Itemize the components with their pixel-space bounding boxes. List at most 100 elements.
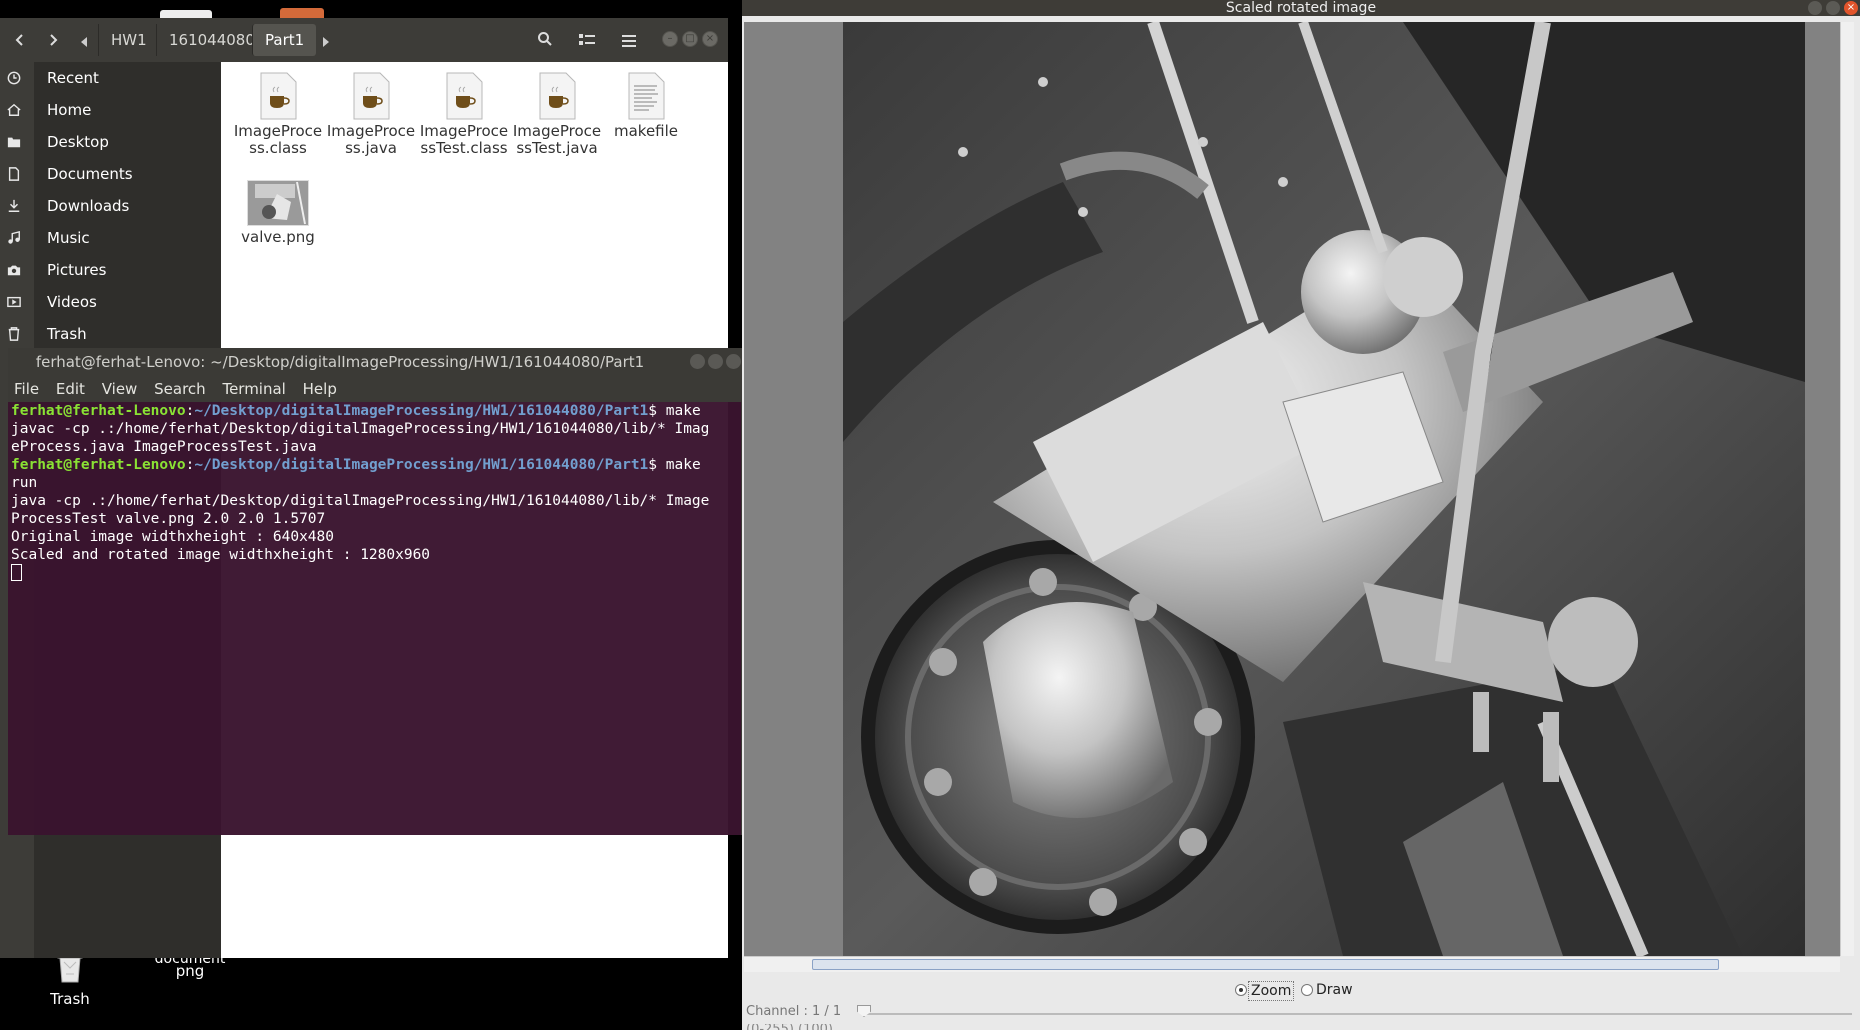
- menu-terminal[interactable]: Terminal: [222, 376, 285, 402]
- menu-search[interactable]: Search: [154, 376, 206, 402]
- back-button[interactable]: [5, 25, 35, 55]
- command-text: make: [665, 457, 701, 473]
- file-makefile[interactable]: makefile: [600, 72, 692, 140]
- file-name: ImageProcessTest.java: [512, 122, 602, 157]
- minimize-icon: –: [667, 33, 673, 44]
- viewer-maximize-button[interactable]: [1826, 1, 1840, 15]
- video-icon: [7, 296, 21, 308]
- desktop-trash-label: Trash: [50, 990, 90, 1008]
- file-name: ImageProcessTest.class: [419, 122, 509, 157]
- sidebar-item-music[interactable]: Music: [0, 222, 221, 254]
- forward-button[interactable]: [38, 25, 68, 55]
- music-icon: [8, 231, 20, 244]
- sidebar-item-recent[interactable]: Recent: [0, 62, 221, 94]
- horizontal-scrollbar-thumb[interactable]: [812, 959, 1719, 970]
- java-file-icon: [260, 72, 297, 120]
- search-icon: [538, 32, 552, 46]
- menu-view[interactable]: View: [102, 376, 138, 402]
- file-imageprocess-class[interactable]: ImageProcess.class: [232, 72, 324, 157]
- menu-help[interactable]: Help: [303, 376, 337, 402]
- sidebar-item-label: Recent: [47, 69, 99, 87]
- breadcrumb-hw1[interactable]: HW1: [98, 24, 159, 56]
- maximize-button[interactable]: □: [682, 31, 698, 47]
- sidebar-item-pictures[interactable]: Pictures: [0, 254, 221, 286]
- file-name: ImageProcess.java: [326, 122, 416, 157]
- draw-radio[interactable]: [1301, 984, 1313, 996]
- menu-edit[interactable]: Edit: [56, 376, 85, 402]
- minimize-button[interactable]: –: [662, 31, 678, 47]
- terminal-title: ferhat@ferhat-Lenovo: ~/Desktop/digitalI…: [8, 348, 742, 376]
- chevron-right-icon: [50, 34, 58, 46]
- image-viewport[interactable]: [744, 22, 1840, 956]
- channel-slider-track[interactable]: [862, 1013, 1852, 1015]
- list-view-icon: [579, 34, 595, 45]
- close-icon: ×: [705, 33, 715, 44]
- java-file-icon: [353, 72, 390, 120]
- file-name: makefile: [613, 122, 679, 140]
- prompt-user: ferhat@ferhat-Lenovo: [11, 403, 186, 419]
- file-name: ImageProcess.class: [233, 122, 323, 157]
- download-icon: [8, 199, 20, 212]
- prompt-path: ~/Desktop/digitalImageProcessing/HW1/161…: [194, 403, 649, 419]
- close-button[interactable]: ×: [702, 31, 718, 47]
- channel-slider-knob[interactable]: [857, 1005, 871, 1017]
- sidebar-item-home[interactable]: Home: [0, 94, 221, 126]
- command-text: make: [665, 403, 701, 419]
- sidebar-item-label: Trash: [47, 325, 87, 343]
- output-line: Original image widthxheight : 640x480: [11, 529, 335, 545]
- zoom-label[interactable]: Zoom: [1248, 981, 1295, 1001]
- output-line: ProcessTest valve.png 2.0 2.0 1.5707: [11, 511, 326, 527]
- file-imageprocesstest-java[interactable]: ImageProcessTest.java: [511, 72, 603, 157]
- breadcrumb-part1[interactable]: Part1: [252, 24, 317, 56]
- output-line: eProcess.java ImageProcessTest.java: [11, 439, 317, 455]
- menu-file[interactable]: File: [14, 376, 39, 402]
- breadcrumb-scroll-right[interactable]: [316, 25, 336, 55]
- sidebar-item-videos[interactable]: Videos: [0, 286, 221, 318]
- menu-button[interactable]: [614, 25, 644, 55]
- desktop-window-tab: [160, 10, 212, 18]
- terminal-cursor: [11, 564, 22, 581]
- file-imageprocess-java[interactable]: ImageProcess.java: [325, 72, 417, 157]
- viewer-minimize-button[interactable]: [1808, 1, 1822, 15]
- view-toggle-button[interactable]: [572, 25, 602, 55]
- camera-icon: [7, 265, 21, 276]
- maximize-icon: □: [685, 33, 695, 44]
- java-file-icon: [446, 72, 483, 120]
- terminal-menubar: File Edit View Search Terminal Help: [8, 376, 742, 402]
- desktop-document-file[interactable]: document png: [150, 955, 230, 980]
- command-text: run: [11, 475, 38, 491]
- breadcrumb-161044080[interactable]: 161044080: [156, 24, 267, 56]
- file-imageprocesstest-class[interactable]: ImageProcessTest.class: [418, 72, 510, 157]
- terminal-maximize-button[interactable]: [708, 354, 723, 369]
- viewer-title: Scaled rotated image: [742, 0, 1860, 16]
- horizontal-scrollbar[interactable]: [744, 956, 1840, 972]
- viewer-close-button[interactable]: ×: [1844, 1, 1858, 15]
- search-button[interactable]: [530, 25, 560, 55]
- document-icon: [8, 167, 20, 181]
- java-file-icon: [539, 72, 576, 120]
- sidebar-item-label: Pictures: [47, 261, 107, 279]
- terminal-close-button[interactable]: [726, 354, 741, 369]
- sidebar-item-label: Desktop: [47, 133, 109, 151]
- image-viewer-window: Scaled rotated image × Zoom Draw Channel…: [742, 0, 1860, 1030]
- desktop-trash[interactable]: Trash: [40, 950, 100, 1008]
- file-valve-png[interactable]: valve.png: [232, 180, 324, 246]
- breadcrumb-scroll-left[interactable]: [74, 25, 94, 55]
- terminal-output[interactable]: ferhat@ferhat-Lenovo:~/Desktop/digitalIm…: [8, 402, 742, 835]
- sidebar-item-desktop[interactable]: Desktop: [0, 126, 221, 158]
- vertical-scrollbar[interactable]: [1840, 22, 1854, 956]
- home-icon: [7, 103, 21, 116]
- desktop-folder-icon-top: [280, 8, 324, 18]
- sidebar-item-trash[interactable]: Trash: [0, 318, 221, 350]
- sidebar-item-label: Music: [47, 229, 90, 247]
- sidebar-item-documents[interactable]: Documents: [0, 158, 221, 190]
- prompt-user: ferhat@ferhat-Lenovo: [11, 457, 186, 473]
- rotated-valve-image: [843, 22, 1805, 956]
- sidebar-item-downloads[interactable]: Downloads: [0, 190, 221, 222]
- file-manager-header: HW1 161044080 Part1 – □ ×: [0, 18, 728, 62]
- draw-label[interactable]: Draw: [1316, 978, 1353, 1002]
- terminal-minimize-button[interactable]: [690, 354, 705, 369]
- zoom-radio[interactable]: [1235, 984, 1247, 996]
- sidebar-item-label: Downloads: [47, 197, 130, 215]
- desktop-document-label-ext: png: [175, 962, 205, 980]
